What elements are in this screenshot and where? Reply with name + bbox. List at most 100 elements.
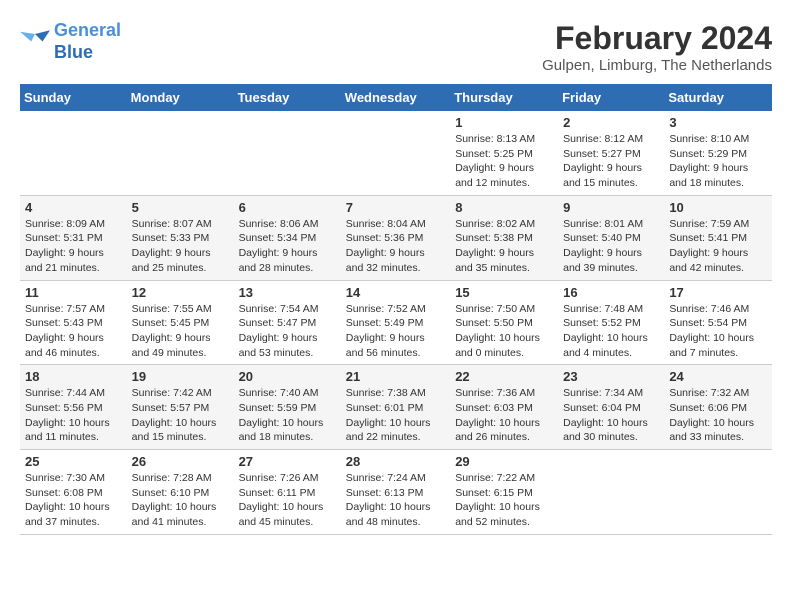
day-info: Sunrise: 7:48 AMSunset: 5:52 PMDaylight:… [563, 302, 659, 361]
day-info: Sunrise: 7:57 AMSunset: 5:43 PMDaylight:… [25, 302, 122, 361]
day-number: 8 [455, 200, 553, 215]
day-cell: 29 Sunrise: 7:22 AMSunset: 6:15 PMDayligh… [450, 450, 558, 535]
day-number: 12 [132, 285, 229, 300]
day-cell: 28 Sunrise: 7:24 AMSunset: 6:13 PMDayligh… [341, 450, 450, 535]
day-info: Sunrise: 7:52 AMSunset: 5:49 PMDaylight:… [346, 302, 445, 361]
location: Gulpen, Limburg, The Netherlands [542, 57, 772, 74]
day-info: Sunrise: 8:12 AMSunset: 5:27 PMDaylight:… [563, 132, 659, 191]
day-cell [234, 111, 341, 195]
title-block: February 2024 Gulpen, Limburg, The Nethe… [542, 20, 772, 74]
day-info: Sunrise: 7:50 AMSunset: 5:50 PMDaylight:… [455, 302, 553, 361]
day-info: Sunrise: 7:59 AMSunset: 5:41 PMDaylight:… [669, 217, 767, 276]
day-number: 5 [132, 200, 229, 215]
header-cell-wednesday: Wednesday [341, 84, 450, 111]
day-cell: 25Sunrise: 7:30 AMSunset: 6:08 PMDayligh… [20, 450, 127, 535]
day-cell: 15 Sunrise: 7:50 AMSunset: 5:50 PMDayligh… [450, 280, 558, 365]
header-cell-friday: Friday [558, 84, 664, 111]
week-row-3: 11 Sunrise: 7:57 AMSunset: 5:43 PMDayligh… [20, 280, 772, 365]
calendar-table: SundayMondayTuesdayWednesdayThursdayFrid… [20, 84, 772, 535]
day-number: 24 [669, 369, 767, 384]
day-number: 10 [669, 200, 767, 215]
day-info: Sunrise: 7:40 AMSunset: 5:59 PMDaylight:… [239, 386, 336, 445]
day-cell: 9Sunrise: 8:01 AMSunset: 5:40 PMDaylight… [558, 195, 664, 280]
week-row-2: 4 Sunrise: 8:09 AMSunset: 5:31 PMDaylight… [20, 195, 772, 280]
day-info: Sunrise: 8:04 AMSunset: 5:36 PMDaylight:… [346, 217, 445, 276]
week-row-1: 1Sunrise: 8:13 AMSunset: 5:25 PMDaylight… [20, 111, 772, 195]
day-info: Sunrise: 8:13 AMSunset: 5:25 PMDaylight:… [455, 132, 553, 191]
day-number: 17 [669, 285, 767, 300]
day-number: 18 [25, 369, 122, 384]
day-number: 11 [25, 285, 122, 300]
header-cell-monday: Monday [127, 84, 234, 111]
day-number: 29 [455, 454, 553, 469]
header-cell-saturday: Saturday [664, 84, 772, 111]
day-number: 9 [563, 200, 659, 215]
day-info: Sunrise: 7:38 AMSunset: 6:01 PMDaylight:… [346, 386, 445, 445]
day-cell [341, 111, 450, 195]
day-number: 4 [25, 200, 122, 215]
day-number: 27 [239, 454, 336, 469]
day-cell: 17 Sunrise: 7:46 AMSunset: 5:54 PMDayligh… [664, 280, 772, 365]
day-number: 14 [346, 285, 445, 300]
day-number: 21 [346, 369, 445, 384]
day-cell: 19 Sunrise: 7:42 AMSunset: 5:57 PMDayligh… [127, 365, 234, 450]
day-cell [558, 450, 664, 535]
day-info: Sunrise: 7:24 AMSunset: 6:13 PMDaylight:… [346, 471, 445, 530]
day-info: Sunrise: 8:07 AMSunset: 5:33 PMDaylight:… [132, 217, 229, 276]
header-row: SundayMondayTuesdayWednesdayThursdayFrid… [20, 84, 772, 111]
day-number: 2 [563, 115, 659, 130]
day-number: 3 [669, 115, 767, 130]
day-info: Sunrise: 7:54 AMSunset: 5:47 PMDaylight:… [239, 302, 336, 361]
day-info: Sunrise: 7:55 AMSunset: 5:45 PMDaylight:… [132, 302, 229, 361]
day-info: Sunrise: 7:42 AMSunset: 5:57 PMDaylight:… [132, 386, 229, 445]
day-cell: 27 Sunrise: 7:26 AMSunset: 6:11 PMDayligh… [234, 450, 341, 535]
header-cell-tuesday: Tuesday [234, 84, 341, 111]
day-info: Sunrise: 8:10 AMSunset: 5:29 PMDaylight:… [669, 132, 767, 191]
day-cell: 13Sunrise: 7:54 AMSunset: 5:47 PMDayligh… [234, 280, 341, 365]
day-info: Sunrise: 7:26 AMSunset: 6:11 PMDaylight:… [239, 471, 336, 530]
logo-bird-icon [20, 29, 50, 54]
day-info: Sunrise: 7:46 AMSunset: 5:54 PMDaylight:… [669, 302, 767, 361]
day-cell: 21 Sunrise: 7:38 AMSunset: 6:01 PMDayligh… [341, 365, 450, 450]
day-number: 19 [132, 369, 229, 384]
day-cell: 23Sunrise: 7:34 AMSunset: 6:04 PMDayligh… [558, 365, 664, 450]
day-cell [664, 450, 772, 535]
day-cell: 14 Sunrise: 7:52 AMSunset: 5:49 PMDayligh… [341, 280, 450, 365]
day-info: Sunrise: 8:06 AMSunset: 5:34 PMDaylight:… [239, 217, 336, 276]
day-number: 20 [239, 369, 336, 384]
day-number: 16 [563, 285, 659, 300]
day-number: 25 [25, 454, 122, 469]
day-cell: 2 Sunrise: 8:12 AMSunset: 5:27 PMDaylight… [558, 111, 664, 195]
day-info: Sunrise: 7:22 AMSunset: 6:15 PMDaylight:… [455, 471, 553, 530]
day-info: Sunrise: 8:02 AMSunset: 5:38 PMDaylight:… [455, 217, 553, 276]
day-cell: 24 Sunrise: 7:32 AMSunset: 6:06 PMDayligh… [664, 365, 772, 450]
day-cell: 22 Sunrise: 7:36 AMSunset: 6:03 PMDayligh… [450, 365, 558, 450]
day-cell [20, 111, 127, 195]
day-info: Sunrise: 7:44 AMSunset: 5:56 PMDaylight:… [25, 386, 122, 445]
day-info: Sunrise: 7:28 AMSunset: 6:10 PMDaylight:… [132, 471, 229, 530]
month-title: February 2024 [542, 20, 772, 57]
logo-text: General Blue [54, 20, 121, 63]
page-header: General Blue February 2024 Gulpen, Limbu… [20, 20, 772, 74]
day-cell: 7 Sunrise: 8:04 AMSunset: 5:36 PMDaylight… [341, 195, 450, 280]
day-cell: 8 Sunrise: 8:02 AMSunset: 5:38 PMDaylight… [450, 195, 558, 280]
day-info: Sunrise: 7:32 AMSunset: 6:06 PMDaylight:… [669, 386, 767, 445]
day-cell: 6Sunrise: 8:06 AMSunset: 5:34 PMDaylight… [234, 195, 341, 280]
day-info: Sunrise: 7:34 AMSunset: 6:04 PMDaylight:… [563, 386, 659, 445]
day-number: 7 [346, 200, 445, 215]
day-number: 15 [455, 285, 553, 300]
day-cell: 10 Sunrise: 7:59 AMSunset: 5:41 PMDayligh… [664, 195, 772, 280]
day-info: Sunrise: 8:09 AMSunset: 5:31 PMDaylight:… [25, 217, 122, 276]
day-info: Sunrise: 7:36 AMSunset: 6:03 PMDaylight:… [455, 386, 553, 445]
day-cell: 3 Sunrise: 8:10 AMSunset: 5:29 PMDaylight… [664, 111, 772, 195]
day-cell: 20 Sunrise: 7:40 AMSunset: 5:59 PMDayligh… [234, 365, 341, 450]
day-cell [127, 111, 234, 195]
day-cell: 16 Sunrise: 7:48 AMSunset: 5:52 PMDayligh… [558, 280, 664, 365]
day-cell: 1Sunrise: 8:13 AMSunset: 5:25 PMDaylight… [450, 111, 558, 195]
day-cell: 4 Sunrise: 8:09 AMSunset: 5:31 PMDaylight… [20, 195, 127, 280]
week-row-5: 25Sunrise: 7:30 AMSunset: 6:08 PMDayligh… [20, 450, 772, 535]
week-row-4: 18 Sunrise: 7:44 AMSunset: 5:56 PMDayligh… [20, 365, 772, 450]
day-number: 28 [346, 454, 445, 469]
day-number: 22 [455, 369, 553, 384]
header-cell-sunday: Sunday [20, 84, 127, 111]
